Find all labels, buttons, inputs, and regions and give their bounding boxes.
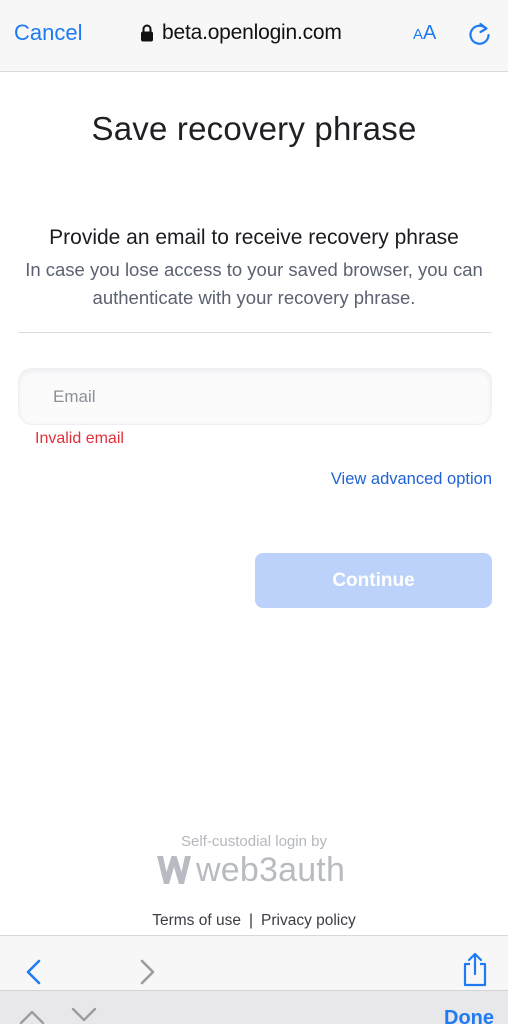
text-size-small-label: A <box>413 26 424 43</box>
web3auth-w-icon <box>157 856 191 884</box>
reload-icon[interactable] <box>466 20 494 48</box>
done-button[interactable]: Done <box>444 1007 494 1024</box>
email-error-text: Invalid email <box>35 430 124 447</box>
footer-separator: | <box>248 912 253 929</box>
page: Cancel beta.openlogin.com AA Save recove… <box>0 0 508 1024</box>
section-description: In case you lose access to your saved br… <box>25 259 483 308</box>
page-title: Save recovery phrase <box>91 110 417 147</box>
share-icon[interactable] <box>460 952 490 988</box>
web3auth-logo: web3auth <box>156 850 345 890</box>
powered-by-text: Self-custodial login by <box>181 833 327 850</box>
view-advanced-option-link[interactable]: View advanced option <box>331 470 492 489</box>
terms-of-use-link[interactable]: Terms of use <box>152 912 241 929</box>
keyboard-accessory-bar: Done <box>0 990 508 1024</box>
email-field[interactable] <box>18 368 492 425</box>
section-subtitle: Provide an email to receive recovery phr… <box>49 226 459 249</box>
back-arrow-icon[interactable] <box>22 958 44 986</box>
text-size-large-label: A <box>423 22 437 44</box>
continue-button[interactable]: Continue <box>255 553 492 608</box>
chevron-down-icon[interactable] <box>70 1007 98 1024</box>
forward-arrow-icon <box>140 959 155 985</box>
text-size-button[interactable]: AA <box>413 22 436 45</box>
browser-top-bar: Cancel beta.openlogin.com AA <box>0 0 508 72</box>
url-text: beta.openlogin.com <box>162 21 342 44</box>
lock-icon <box>141 24 153 42</box>
privacy-policy-link[interactable]: Privacy policy <box>261 912 356 929</box>
brand-name: web3auth <box>196 850 346 889</box>
cancel-button[interactable]: Cancel <box>14 20 82 46</box>
footer-links: Terms of use | Privacy policy <box>0 912 508 930</box>
chevron-up-icon[interactable] <box>18 1007 46 1024</box>
divider <box>18 332 492 333</box>
address-bar[interactable]: beta.openlogin.com <box>140 18 342 48</box>
browser-bottom-toolbar <box>0 935 508 990</box>
